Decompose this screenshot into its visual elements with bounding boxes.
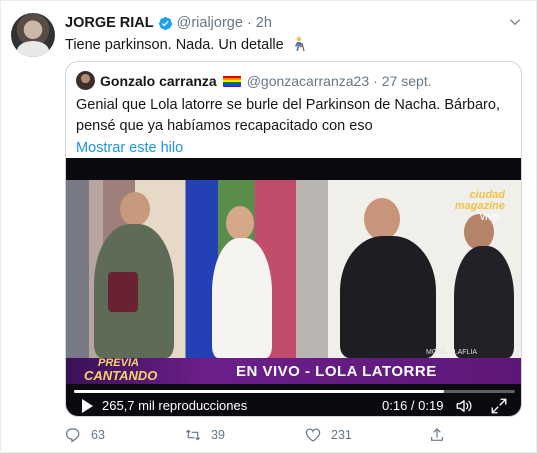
quoted-tweet[interactable]: Gonzalo carranza @gonzacarranza23 · 27 s… — [65, 61, 522, 417]
video-timer: 0:16 / 0:19 — [382, 398, 444, 413]
author-handle[interactable]: @rialjorge — [177, 15, 243, 31]
verified-badge-icon — [158, 16, 172, 30]
fullscreen-icon[interactable] — [490, 397, 508, 415]
tweet-card[interactable]: JORGE RIAL @rialjorge · 2h Tiene parkins… — [0, 0, 537, 453]
separator-dot: · — [373, 72, 378, 89]
quoted-avatar[interactable] — [76, 71, 95, 90]
play-icon[interactable] — [82, 399, 93, 413]
chevron-down-icon[interactable] — [508, 15, 522, 29]
banner-text: EN VIVO - LOLA LATORRE — [236, 363, 437, 380]
heart-icon — [305, 428, 321, 442]
share-icon — [431, 428, 443, 441]
channel-logo: ciudad magazine — [454, 189, 505, 212]
video-controls: 265,7 mil reproducciones 0:16 / 0:19 — [66, 394, 521, 416]
video-player[interactable]: ciudad magazine VIVO MOVIL · LAFLIA PREV… — [66, 158, 521, 416]
retweet-icon — [185, 429, 201, 441]
like-button[interactable]: 231 — [305, 427, 352, 443]
view-count: 265,7 mil reproducciones — [102, 398, 248, 413]
tweet-header: JORGE RIAL @rialjorge · 2h — [65, 13, 272, 33]
man-walking-with-cane-emoji-icon — [294, 36, 305, 52]
tweet-actions: 63 39 231 — [65, 427, 465, 445]
volume-muted-icon[interactable] — [454, 397, 474, 415]
quoted-author-handle[interactable]: @gonzacarranza23 — [247, 73, 369, 89]
show-thread-link[interactable]: Mostrar este hilo — [76, 140, 183, 156]
location-label: MOVIL · LAFLIA — [426, 349, 478, 356]
tweet-text-content: Tiene parkinson. Nada. Un detalle — [65, 37, 284, 53]
video-progress-fill — [74, 390, 445, 393]
avatar[interactable] — [11, 13, 55, 57]
retweet-button[interactable]: 39 — [185, 427, 225, 443]
quoted-header: Gonzalo carranza @gonzacarranza23 · 27 s… — [100, 71, 432, 90]
share-button[interactable] — [429, 427, 455, 443]
tweet-time[interactable]: 2h — [256, 15, 272, 31]
tweet-text: Tiene parkinson. Nada. Un detalle — [65, 36, 307, 53]
rainbow-flag-icon — [222, 75, 241, 87]
reply-icon — [66, 428, 80, 443]
quoted-time[interactable]: 27 sept. — [382, 73, 432, 89]
like-count: 231 — [331, 428, 352, 442]
show-logo: PREVIA CANTANDO — [84, 357, 158, 383]
video-frame-left — [66, 180, 296, 358]
live-indicator: VIVO — [479, 213, 499, 222]
reply-count: 63 — [91, 428, 105, 442]
reply-button[interactable]: 63 — [65, 427, 105, 443]
separator-dot: · — [246, 15, 252, 31]
retweet-count: 39 — [211, 428, 225, 442]
quoted-author-name[interactable]: Gonzalo carranza — [100, 73, 217, 89]
author-name[interactable]: JORGE RIAL — [65, 15, 154, 31]
quoted-text: Genial que Lola latorre se burle del Par… — [76, 97, 500, 134]
video-progress-bar[interactable] — [74, 390, 515, 393]
